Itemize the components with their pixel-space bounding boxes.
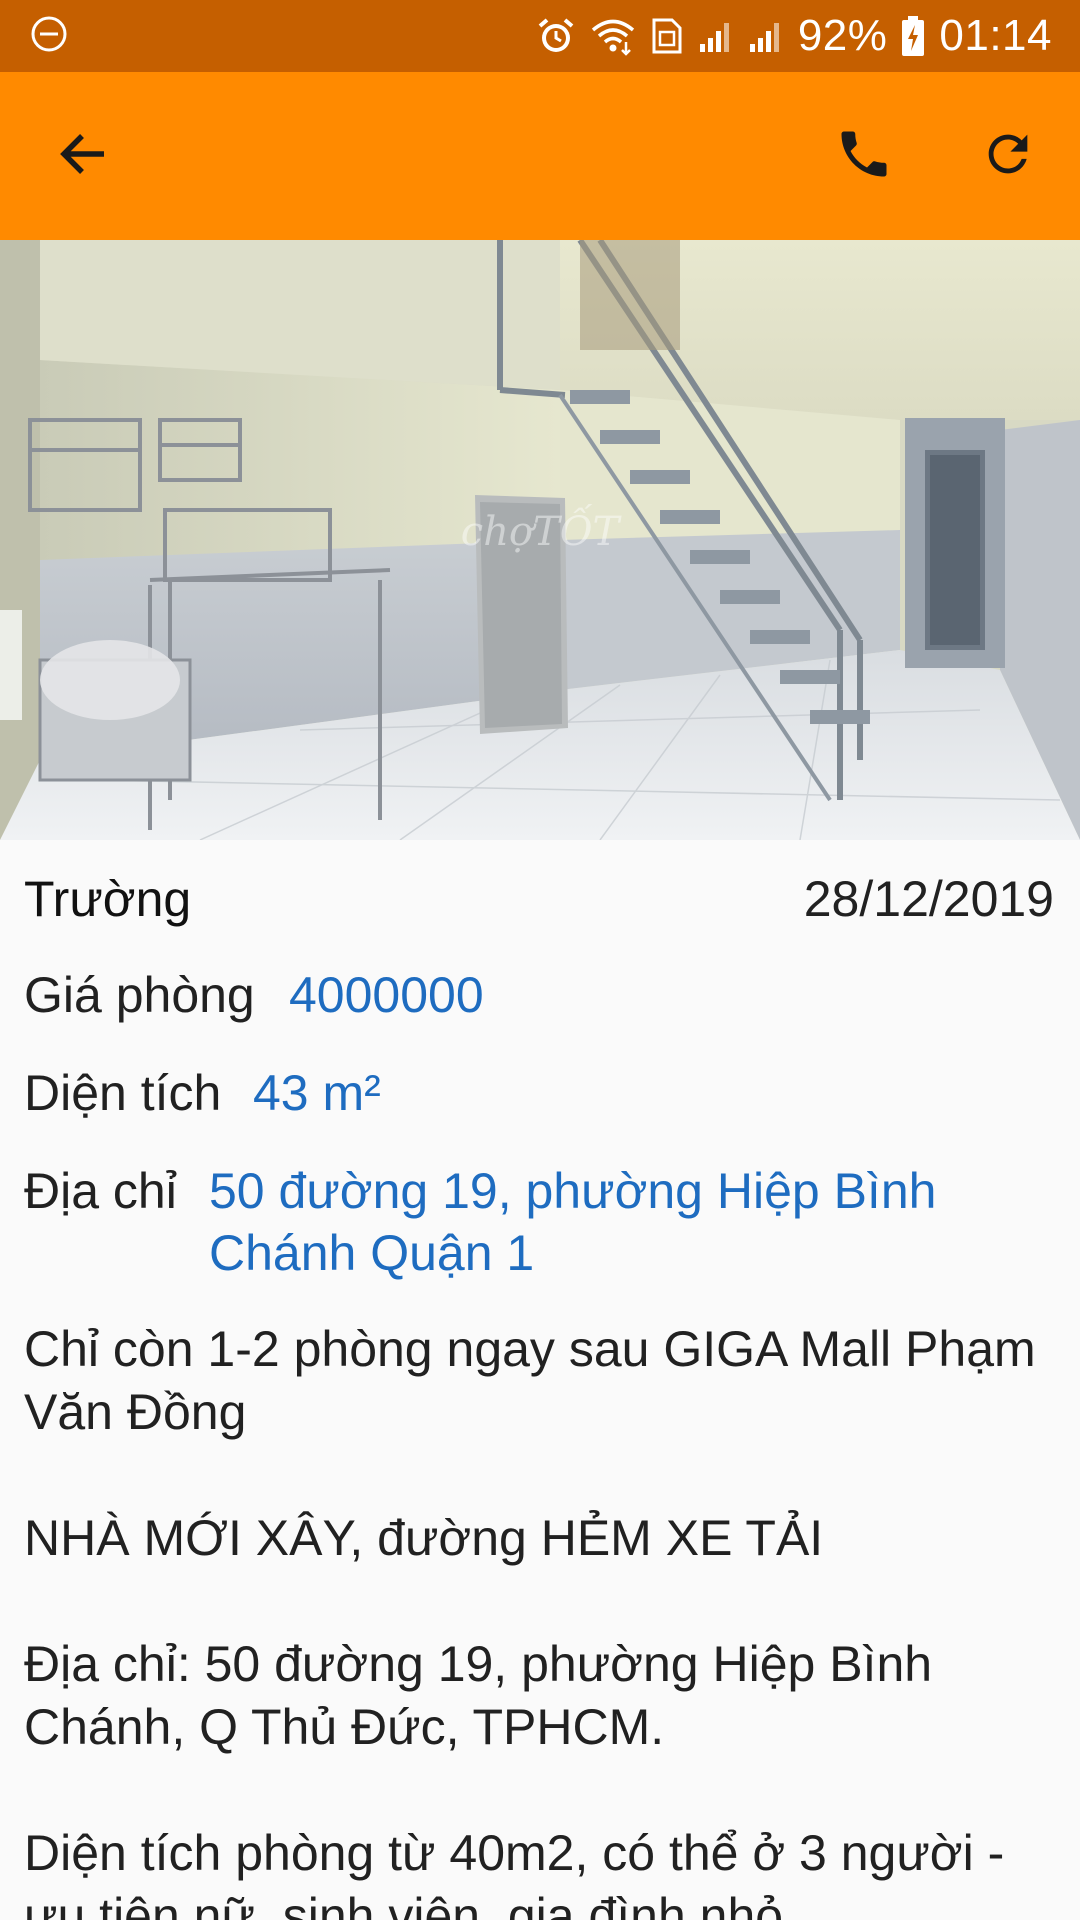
signal-icon bbox=[748, 18, 784, 54]
area-label: Diện tích bbox=[24, 1065, 222, 1121]
refresh-icon bbox=[979, 125, 1037, 188]
listing-header-row: Trường 28/12/2019 bbox=[24, 870, 1054, 928]
clock: 01:14 bbox=[939, 11, 1052, 60]
status-bar: 92% 01:14 bbox=[0, 0, 1080, 72]
owner-name: Trường bbox=[24, 871, 192, 927]
battery-charging-icon bbox=[901, 15, 925, 57]
battery-percent: 92% bbox=[797, 11, 888, 60]
arrow-back-icon bbox=[56, 126, 112, 187]
address-value[interactable]: 50 đường 19, phường Hiệp Bình Chánh Quận… bbox=[209, 1160, 1009, 1284]
signal-icon bbox=[698, 18, 734, 54]
listing-description: Chỉ còn 1-2 phòng ngay sau GIGA Mall Phạ… bbox=[24, 1321, 1036, 1920]
app-toolbar bbox=[0, 72, 1080, 240]
address-label: Địa chỉ bbox=[24, 1163, 177, 1219]
dnd-icon bbox=[30, 15, 68, 58]
call-button[interactable] bbox=[816, 108, 912, 204]
sim-icon bbox=[650, 16, 684, 56]
address-row: Địa chỉ 50 đường 19, phường Hiệp Bình Ch… bbox=[24, 1160, 1056, 1284]
back-button[interactable] bbox=[36, 108, 132, 204]
price-row: Giá phòng 4000000 bbox=[24, 964, 1056, 1026]
listing-photo[interactable]: chợTỐT bbox=[0, 240, 1080, 840]
listing-details: Trường 28/12/2019 Giá phòng 4000000 Diện… bbox=[0, 840, 1080, 1920]
area-value: 43 m² bbox=[253, 1065, 381, 1121]
alarm-icon bbox=[536, 16, 576, 56]
refresh-button[interactable] bbox=[960, 108, 1056, 204]
area-row: Diện tích 43 m² bbox=[24, 1062, 1056, 1124]
price-label: Giá phòng bbox=[24, 967, 255, 1023]
wifi-icon bbox=[590, 16, 636, 56]
phone-icon bbox=[834, 124, 894, 189]
price-value: 4000000 bbox=[289, 967, 484, 1023]
posted-date: 28/12/2019 bbox=[803, 871, 1054, 927]
photo-watermark: chợTỐT bbox=[461, 504, 623, 555]
room-photo-image: chợTỐT bbox=[0, 240, 1080, 840]
